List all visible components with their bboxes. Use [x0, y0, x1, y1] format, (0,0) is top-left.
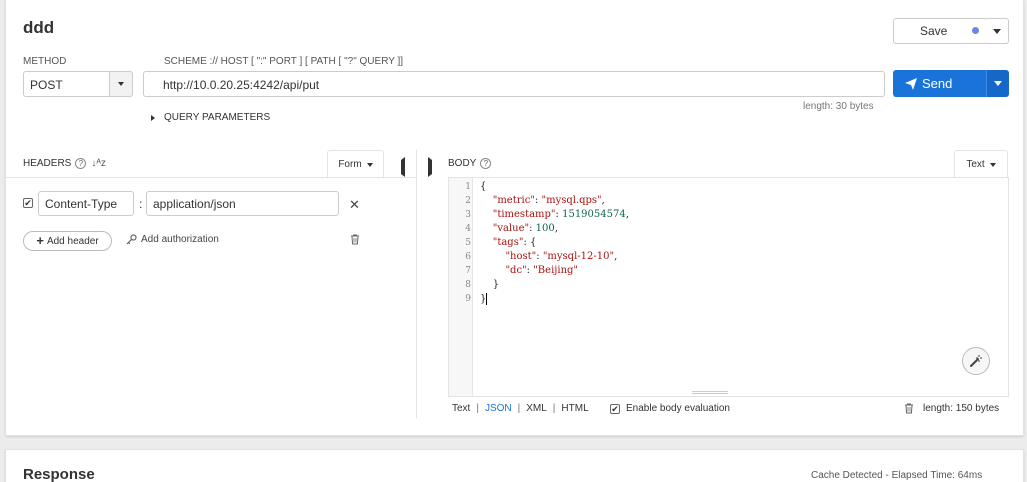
body-mode-label: Text	[966, 159, 985, 170]
collapse-left-icon[interactable]	[401, 157, 405, 177]
request-title[interactable]: ddd	[23, 18, 54, 38]
help-icon[interactable]: ?	[75, 158, 87, 169]
headers-label: HEADERS ? ↓ᴬᴢ	[23, 158, 106, 169]
headers-divider	[6, 177, 416, 178]
body-format-bar: Text | JSON | XML | HTML	[452, 403, 589, 414]
chevron-down-icon	[993, 28, 1001, 34]
format-html[interactable]: HTML	[561, 403, 588, 414]
line-number: 3	[465, 210, 471, 220]
trash-icon[interactable]	[350, 234, 360, 248]
panel-divider[interactable]	[416, 150, 417, 418]
add-header-label: Add header	[46, 235, 99, 247]
request-panel: ddd Save METHOD SCHEME :// HOST [ ":" PO…	[5, 0, 1024, 436]
code-line: "value": 100,	[492, 223, 558, 234]
body-mode-dropdown[interactable]: Text	[954, 150, 1008, 178]
add-header-button[interactable]: + Add header	[23, 231, 112, 251]
line-number: 5	[465, 238, 471, 248]
paper-plane-icon	[905, 77, 917, 90]
url-scheme-label: SCHEME :// HOST [ ":" PORT ] [ PATH [ "?…	[164, 56, 404, 67]
line-number: 1	[465, 182, 471, 192]
caret-right-icon	[151, 114, 155, 121]
collapse-right-icon[interactable]	[428, 157, 441, 177]
format-json[interactable]: JSON	[485, 403, 512, 414]
chevron-down-icon	[994, 81, 1002, 86]
magic-wand-icon[interactable]	[962, 347, 990, 375]
add-authorization-button[interactable]: Add authorization	[126, 234, 219, 245]
body-length: length: 150 bytes	[923, 403, 1000, 414]
line-number: 6	[465, 252, 471, 262]
add-authorization-label: Add authorization	[141, 234, 219, 245]
sort-alpha-icon[interactable]: ↓ᴬᴢ	[91, 158, 106, 169]
send-options-dropdown[interactable]	[986, 70, 1009, 97]
chevron-down-icon	[118, 82, 124, 86]
enable-eval-label[interactable]: Enable body evaluation	[626, 403, 730, 414]
code-line: "tags": {	[492, 237, 537, 248]
url-input[interactable]: http://10.0.20.25:4242/api/put	[143, 71, 885, 97]
code-line: "dc": "Beijing"	[505, 265, 579, 276]
line-number: 8	[465, 280, 471, 290]
body-label-text: BODY	[448, 158, 477, 169]
method-select[interactable]: POST	[23, 71, 110, 97]
editor-resize-handle[interactable]	[692, 391, 728, 394]
help-icon[interactable]: ?	[480, 158, 492, 169]
send-label: Send	[922, 76, 953, 91]
code-line: "host": "mysql-12-10",	[505, 251, 618, 262]
line-number: 7	[465, 266, 471, 276]
query-parameters-label: QUERY PARAMETERS	[164, 112, 271, 123]
response-title: Response	[23, 466, 95, 482]
headers-mode-label: Form	[338, 159, 362, 170]
body-editor[interactable]: 1 2 3 4 5 6 7 8 9 { "metric": "mysql.qps…	[448, 178, 1009, 397]
trash-icon[interactable]	[904, 403, 914, 417]
code-line: "timestamp": 1519054574,	[492, 209, 629, 220]
remove-header-icon[interactable]: ✕	[349, 197, 360, 213]
chevron-down-icon	[989, 162, 996, 167]
url-length: length: 30 bytes	[803, 101, 874, 112]
code-line: }	[492, 279, 500, 290]
line-number: 9	[465, 294, 471, 304]
method-label: METHOD	[23, 56, 67, 67]
header-value-input[interactable]: application/json	[146, 191, 339, 216]
line-number: 4	[465, 224, 471, 234]
format-xml[interactable]: XML	[526, 403, 547, 414]
code-line: {	[480, 181, 487, 192]
enable-eval-checkbox[interactable]: ✔	[610, 404, 620, 414]
chevron-down-icon	[366, 162, 373, 167]
unsaved-indicator-dot	[972, 27, 979, 34]
header-name-input[interactable]: Content-Type	[38, 191, 134, 216]
format-text[interactable]: Text	[452, 403, 470, 414]
plus-icon: +	[36, 233, 44, 248]
editor-gutter: 1 2 3 4 5 6 7 8 9	[449, 178, 473, 396]
body-label: BODY ?	[448, 158, 492, 169]
header-enabled-checkbox[interactable]: ✔	[23, 198, 33, 208]
query-parameters-toggle[interactable]: QUERY PARAMETERS	[151, 112, 270, 123]
line-number: 2	[465, 196, 471, 206]
method-dropdown-toggle[interactable]	[109, 71, 133, 97]
text-cursor	[486, 293, 488, 305]
headers-label-text: HEADERS	[23, 158, 72, 169]
save-options-dropdown[interactable]	[986, 18, 1009, 44]
headers-mode-dropdown[interactable]: Form	[327, 150, 384, 178]
send-button[interactable]: Send	[893, 70, 987, 97]
code-line: "metric": "mysql.qps",	[492, 195, 605, 206]
key-icon	[126, 234, 137, 245]
header-colon: :	[139, 197, 143, 211]
response-status: Cache Detected - Elapsed Time: 64ms	[811, 470, 983, 481]
code-line: }	[480, 293, 488, 305]
